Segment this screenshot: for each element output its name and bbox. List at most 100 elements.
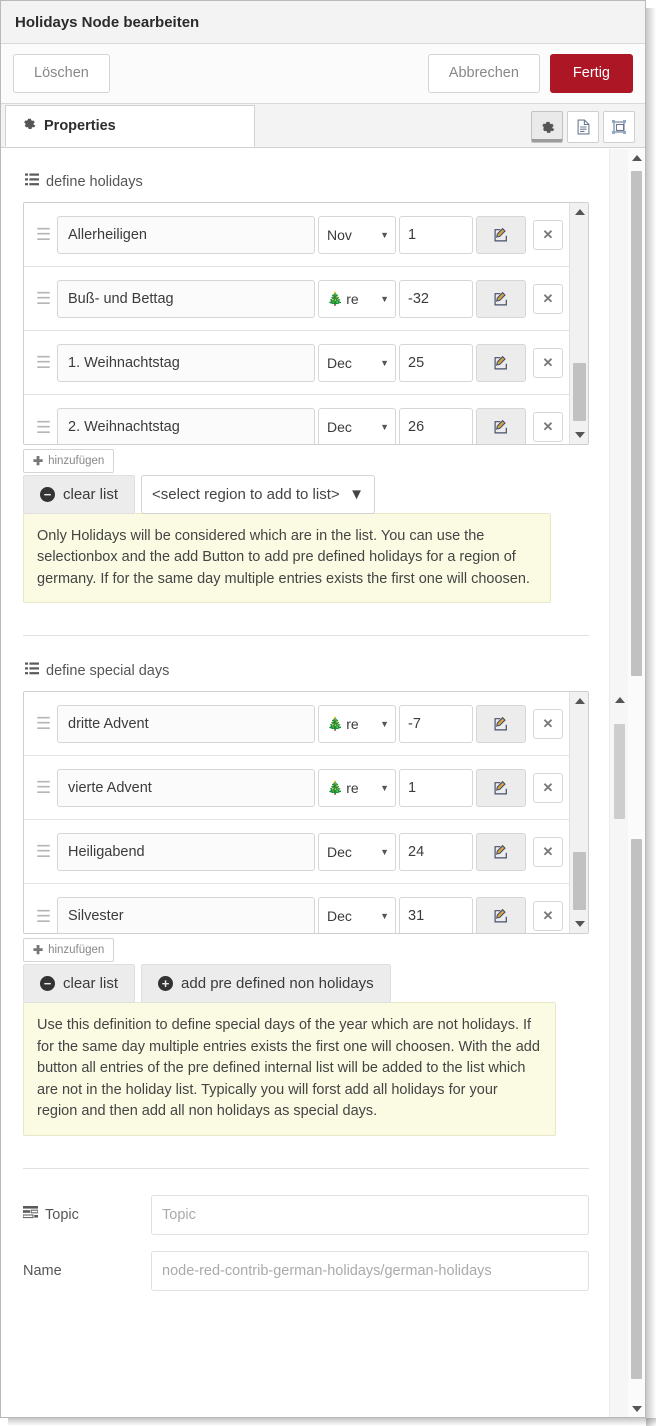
region-select[interactable]: <select region to add to list> ▼ [141,475,376,514]
scroll-up-arrow-icon[interactable] [570,203,588,221]
holiday-delete-button[interactable]: ✕ [533,412,563,442]
holidays-heading: define holidays [25,173,589,190]
tab-bar: Properties [1,104,645,148]
special-day-edit-button[interactable] [476,832,526,871]
holiday-edit-button[interactable] [476,215,526,254]
table-row: ☰ 🎄 re ▼ ✕ [24,692,569,757]
plus-icon: ✚ [33,943,44,958]
holidays-add-button[interactable]: ✚ hinzufügen [23,449,115,473]
topic-input[interactable] [151,1194,589,1235]
special-day-edit-button[interactable] [476,704,526,743]
holiday-name-input[interactable] [57,215,315,254]
special-day-day-input[interactable] [399,704,473,743]
holidays-list-scrollbar[interactable] [569,203,588,444]
holiday-delete-button[interactable]: ✕ [533,219,563,250]
scroll-up-arrow-icon[interactable] [610,691,629,709]
properties-tab-icon[interactable] [531,111,563,143]
delete-button[interactable]: Löschen [13,54,110,93]
name-label-text: Name [23,1262,62,1279]
holiday-month-select[interactable]: Dec ▼ [318,408,396,444]
scrollbar-thumb[interactable] [573,363,586,421]
special-day-name-input[interactable] [57,832,315,871]
special-days-clear-list-label: clear list [63,975,119,993]
table-row: ☰ Dec ▼ ✕ [24,820,569,885]
special-days-list-scrollbar[interactable] [569,692,588,934]
scroll-down-arrow-icon[interactable] [627,1400,645,1417]
holiday-day-input[interactable] [399,215,473,254]
special-days-clear-list-button[interactable]: − clear list [23,964,136,1004]
holiday-month-select[interactable]: Nov ▼ [318,215,396,254]
holiday-day-input[interactable] [399,408,473,444]
special-day-edit-button[interactable] [476,897,526,934]
gear-icon [22,117,36,136]
table-row: ☰ Dec ▼ ✕ [24,395,569,444]
properties-pane-scrollbar[interactable] [609,149,629,1417]
dialog-title: Holidays Node bearbeiten [15,13,200,31]
special-day-day-input[interactable] [399,832,473,871]
special-day-delete-button[interactable]: ✕ [533,772,563,803]
holiday-delete-button[interactable]: ✕ [533,283,563,314]
done-button[interactable]: Fertig [549,54,633,93]
scroll-down-arrow-icon[interactable] [570,426,588,444]
name-input[interactable] [151,1250,589,1291]
drag-handle-icon[interactable]: ☰ [32,843,54,860]
scrollbar-thumb[interactable] [631,171,642,676]
holiday-month-select[interactable]: 🎄 re ▼ [318,279,396,318]
christmas-tree-icon: 🎄 [327,716,344,732]
add-predefined-non-holidays-button[interactable]: + add pre defined non holidays [141,964,391,1004]
dialog-scrollbar[interactable] [627,149,645,1417]
holiday-name-input[interactable] [57,279,315,318]
special-day-delete-button[interactable]: ✕ [533,836,563,867]
special-day-day-input[interactable] [399,897,473,934]
special-day-delete-button[interactable]: ✕ [533,901,563,932]
region-select-value: <select region to add to list> [152,486,340,503]
holiday-month-select[interactable]: Dec ▼ [318,343,396,382]
holiday-edit-button[interactable] [476,279,526,318]
holiday-name-input[interactable] [57,343,315,382]
holidays-action-row: − clear list <select region to add to li… [23,475,589,514]
drag-handle-icon[interactable]: ☰ [32,908,54,925]
special-day-month-select[interactable]: 🎄 re ▼ [318,704,396,743]
description-tab-icon[interactable] [567,111,599,143]
tab-icon-group [531,111,635,143]
scroll-down-arrow-icon[interactable] [570,915,588,933]
special-days-info-text: Use this definition to define special da… [23,1002,556,1136]
holidays-info-text: Only Holidays will be considered which a… [23,513,551,604]
appearance-tab-icon[interactable] [603,111,635,143]
special-day-delete-button[interactable]: ✕ [533,708,563,739]
drag-handle-icon[interactable]: ☰ [32,419,54,436]
scrollbar-thumb-lower[interactable] [631,839,642,1379]
cancel-button[interactable]: Abbrechen [427,54,540,93]
holiday-delete-button[interactable]: ✕ [533,347,563,378]
special-day-month-select[interactable]: Dec ▼ [318,832,396,871]
drag-handle-icon[interactable]: ☰ [32,226,54,243]
drag-handle-icon[interactable]: ☰ [32,779,54,796]
holiday-edit-button[interactable] [476,343,526,382]
drag-handle-icon[interactable]: ☰ [32,354,54,371]
holiday-day-input[interactable] [399,279,473,318]
holiday-edit-button[interactable] [476,408,526,444]
topic-label: Topic [22,1206,151,1223]
holidays-clear-list-button[interactable]: − clear list [23,475,136,514]
drag-handle-icon[interactable]: ☰ [32,290,54,307]
special-days-add-button[interactable]: ✚ hinzufügen [23,938,115,963]
tab-properties[interactable]: Properties [5,105,255,147]
special-day-month-select[interactable]: Dec ▼ [318,897,396,934]
scroll-up-arrow-icon[interactable] [570,692,588,710]
special-day-name-input[interactable] [57,897,315,934]
drag-handle-icon[interactable]: ☰ [32,715,54,732]
special-day-edit-button[interactable] [476,768,526,807]
list-icon [25,662,39,679]
special-day-name-input[interactable] [57,768,315,807]
holiday-name-input[interactable] [57,408,315,444]
special-day-day-input[interactable] [399,768,473,807]
table-row: ☰ Nov ▼ ✕ [24,203,569,267]
holiday-day-input[interactable] [399,343,473,382]
special-day-name-input[interactable] [57,704,315,743]
scrollbar-thumb[interactable] [573,852,586,911]
special-days-heading-label: define special days [46,662,170,679]
special-day-month-select[interactable]: 🎄 re ▼ [318,768,396,807]
scrollbar-thumb[interactable] [614,724,625,819]
scroll-up-arrow-icon[interactable] [627,149,645,167]
node-edit-dialog: Holidays Node bearbeiten Löschen Abbrech… [0,0,646,1418]
